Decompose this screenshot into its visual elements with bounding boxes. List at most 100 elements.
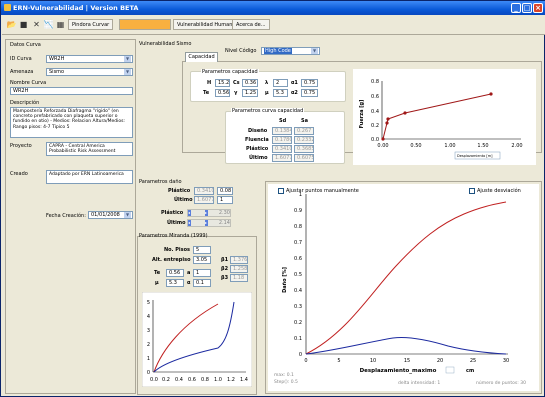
ajuste-checkbox[interactable] xyxy=(469,188,475,194)
ajustar-checkbox[interactable] xyxy=(278,188,284,194)
miranda-ytick: 2 xyxy=(147,342,150,348)
amenaza-label: Amenaza xyxy=(10,69,34,75)
ultimo-label: Último xyxy=(249,155,268,161)
plastico-sd: 0.3410 xyxy=(272,145,292,153)
gamma-input[interactable]: 1.25 xyxy=(242,89,258,97)
capacity-ytick: 0.4 xyxy=(371,109,379,115)
capacity-xtick: 2.00 xyxy=(511,143,522,149)
slider-right-icon[interactable]: ▸ xyxy=(205,210,208,216)
minimize-button[interactable]: _ xyxy=(511,3,521,13)
ultimo-slider[interactable]: ◂ ▸ 2.14 xyxy=(187,219,231,227)
miranda-mu-input[interactable]: 5.3 xyxy=(166,279,184,287)
alpha2-label: α2 xyxy=(291,90,298,96)
capacity-point xyxy=(386,117,390,121)
main-xtick: 15 xyxy=(404,358,410,364)
plastico-sa: 0.3685 xyxy=(294,145,314,153)
beta1-value: 1.376 xyxy=(230,256,248,264)
npisos-input[interactable]: 5 xyxy=(193,246,211,254)
cs-label: Cs xyxy=(233,80,240,86)
alpha1-input[interactable]: 0.75 xyxy=(301,79,318,87)
nombre-curva-input[interactable]: WR2H xyxy=(10,87,133,95)
gamma-label: γ xyxy=(234,90,238,96)
tab-vulnerabilidad-humana[interactable]: Vulnerabilidad Humana xyxy=(173,19,240,30)
dano-plastico-sd: 0.3410 xyxy=(194,187,214,195)
save-icon[interactable]: ■ xyxy=(18,19,29,30)
unit-stepper[interactable] xyxy=(445,366,455,374)
title-bar: ERN-Vulnerabilidad | Version BETA _ □ × xyxy=(1,1,545,15)
dano-plastico-value[interactable]: 0.08 xyxy=(217,187,233,195)
dano-ultimo-label: Último xyxy=(174,197,193,203)
sa-header: Sa xyxy=(301,118,308,124)
main-xtick: 30 xyxy=(503,358,509,364)
proyecto-label: Proyecto xyxy=(10,143,32,149)
open-icon[interactable]: 📂 xyxy=(6,19,17,30)
capacity-xtick: 1.00 xyxy=(444,143,455,149)
app-window: ERN-Vulnerabilidad | Version BETA _ □ × … xyxy=(0,0,545,397)
miranda-te-input[interactable]: 0.56 xyxy=(166,269,184,277)
lambda-input[interactable]: 2 xyxy=(273,79,288,87)
chevron-down-icon: ▼ xyxy=(124,56,131,62)
te-input[interactable]: 0.56 xyxy=(215,89,230,97)
tab-capacidad[interactable]: Capacidad xyxy=(185,52,218,62)
creado-label: Creado xyxy=(10,171,28,177)
dano-ultimo-value[interactable]: 1 xyxy=(217,196,233,204)
toolbar: 📂 ■ ✕ 📉 ▦ Pindora Curvar Vulnerabilidad … xyxy=(2,15,545,35)
mu-input[interactable]: 5.3 xyxy=(273,89,288,97)
tab-pindora-curvar[interactable]: Pindora Curvar xyxy=(68,19,114,30)
te-label: Te xyxy=(203,90,210,96)
miranda-a-input[interactable]: 1 xyxy=(193,269,211,277)
capacity-chart: 0.0 0.2 0.4 0.6 0.8 Fuerza [g] 0.00 0.50… xyxy=(353,69,536,165)
creado-textarea[interactable]: Adaptado por ERN Latinoamerica xyxy=(46,170,133,184)
main-xtick: 10 xyxy=(370,358,376,364)
capacity-ytick: 0.6 xyxy=(371,94,379,100)
miranda-ytick: 5 xyxy=(147,300,150,306)
capacity-xtick: 1.50 xyxy=(477,143,488,149)
miranda-alpha-label: α xyxy=(187,280,191,286)
mu-label: μ xyxy=(265,90,269,96)
footer-points: número de puntos: 30 xyxy=(476,379,526,386)
alt-entrepiso-label: Alt. entrepiso xyxy=(152,257,191,263)
fecha-picker[interactable]: 01/01/2008 ▼ xyxy=(88,211,133,219)
tab-active[interactable] xyxy=(119,19,171,30)
miranda-ytick: 0 xyxy=(147,370,150,376)
delete-icon[interactable]: ✕ xyxy=(31,19,42,30)
nivel-codigo-label: Nivel Código xyxy=(225,48,257,54)
plastico-slider-value: 2.30 xyxy=(218,210,230,216)
proyecto-textarea[interactable]: CAPRA - Central America Probabilistic Ri… xyxy=(46,142,133,156)
parametros-curva-title: Parametros curva capacidad xyxy=(231,108,305,114)
miranda-alpha-input[interactable]: 0.1 xyxy=(193,279,211,287)
h-input[interactable]: 15.2 xyxy=(215,79,230,87)
miranda-xtick: 1.2 xyxy=(227,377,235,383)
ultimo-slider-value: 2.14 xyxy=(218,220,230,226)
plastico-slider[interactable]: ◂ ▸ 2.30 xyxy=(187,209,231,217)
cs-input[interactable]: 0.36 xyxy=(242,79,258,87)
close-button[interactable]: × xyxy=(533,3,543,13)
footer-max: max: 0.1 xyxy=(274,372,294,378)
capacity-xtick: 0.00 xyxy=(377,143,388,149)
main-chart: Daño [%] 0 0.1 0.2 0.3 0.4 0.5 0.6 0.7 0… xyxy=(268,184,539,391)
slider-left-icon[interactable]: ◂ xyxy=(188,220,191,226)
tab-acerca-de[interactable]: Acerca de... xyxy=(232,19,270,30)
id-curva-select[interactable]: WR2H ▼ xyxy=(46,55,133,63)
nivel-codigo-select[interactable]: High Code ▼ xyxy=(261,47,320,55)
alpha2-input[interactable]: 0.75 xyxy=(301,89,318,97)
capacity-ytick: 0.8 xyxy=(371,79,379,85)
miranda-te-label: Te xyxy=(154,270,161,276)
table-icon[interactable]: ▦ xyxy=(55,19,66,30)
slider-left-icon[interactable]: ◂ xyxy=(188,210,191,216)
chevron-down-icon: ▼ xyxy=(124,212,131,218)
footer-delta: delta intensidad: 1 xyxy=(398,380,440,386)
slider-right-icon[interactable]: ▸ xyxy=(205,220,208,226)
alt-entrepiso-input[interactable]: 3.05 xyxy=(193,256,211,264)
capacity-point xyxy=(489,92,493,96)
capacity-point xyxy=(385,121,389,125)
miranda-xtick: 0.0 xyxy=(150,377,158,383)
descripcion-textarea[interactable]: Mampostería Reforzada Diafragma "rígido"… xyxy=(10,107,133,138)
dano-plastico2-label: Plástico xyxy=(161,210,184,216)
chart-icon[interactable]: 📉 xyxy=(43,19,54,30)
h-label: H xyxy=(207,80,212,86)
amenaza-select[interactable]: Sismo ▼ xyxy=(46,68,133,76)
maximize-button[interactable]: □ xyxy=(522,3,532,13)
miranda-a-label: a xyxy=(187,270,191,276)
miranda-xtick: 0.6 xyxy=(188,377,196,383)
